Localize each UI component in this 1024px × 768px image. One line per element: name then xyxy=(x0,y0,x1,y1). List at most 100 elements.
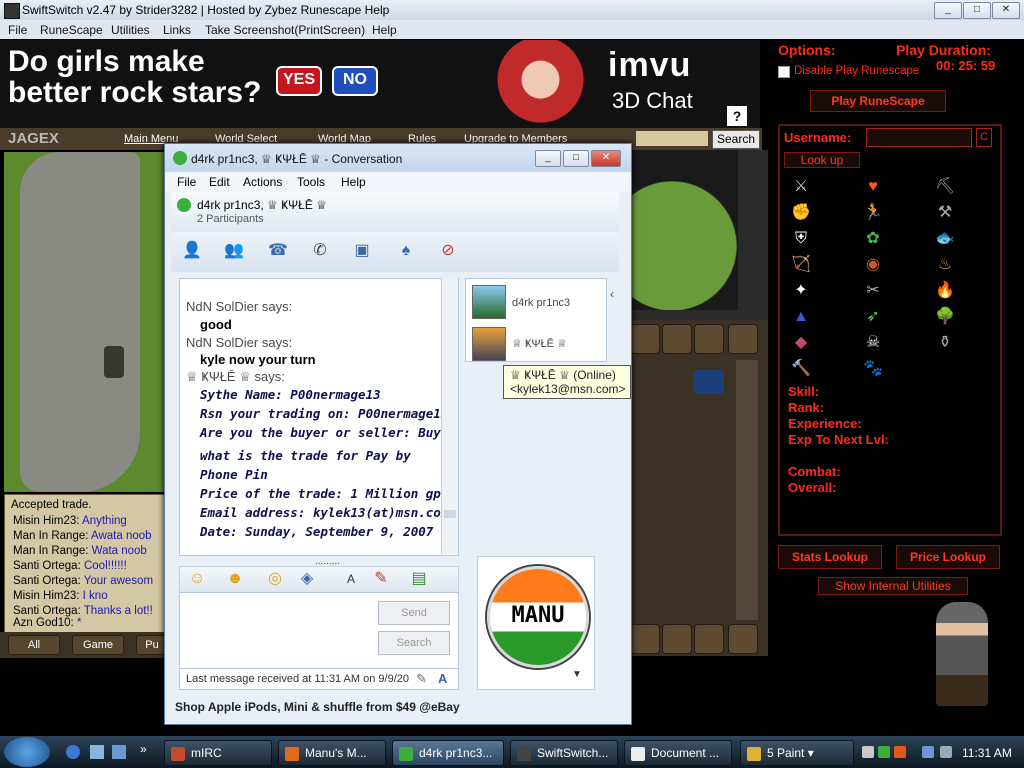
chevron-down-icon[interactable]: ▼ xyxy=(572,669,582,680)
defence-icon[interactable]: ⛨ xyxy=(790,228,812,250)
close-button[interactable]: ✕ xyxy=(992,2,1020,19)
magic-icon[interactable]: ▲ xyxy=(790,306,812,328)
quest-tab-icon[interactable] xyxy=(630,324,660,354)
banner-no-button[interactable]: NO xyxy=(332,66,378,96)
conv-menu-tools[interactable]: Tools xyxy=(297,175,325,189)
volume-icon[interactable] xyxy=(940,746,952,758)
play-runescape-button[interactable]: Play RuneScape xyxy=(810,90,946,112)
username-input[interactable] xyxy=(866,128,972,147)
menu-runescape[interactable]: RuneScape xyxy=(40,23,103,37)
conv-menu-help[interactable]: Help xyxy=(341,175,366,189)
fletching-icon[interactable]: ➶ xyxy=(862,306,884,328)
stats-lookup-button[interactable]: Stats Lookup xyxy=(778,545,882,569)
conv-menu-actions[interactable]: Actions xyxy=(243,175,282,189)
clock[interactable]: 11:31 AM xyxy=(962,746,1012,760)
text-mode-icon[interactable]: A xyxy=(438,671,447,686)
collapse-icon[interactable]: ‹ xyxy=(610,287,614,301)
search-button[interactable]: Search xyxy=(378,631,450,655)
network-icon[interactable] xyxy=(922,746,934,758)
quick-launch-more[interactable]: » xyxy=(140,742,147,756)
message-input[interactable]: Send Search xyxy=(179,592,459,670)
crafting-icon[interactable]: ✂ xyxy=(862,280,884,302)
magic-tab-icon[interactable] xyxy=(728,324,758,354)
message-history[interactable]: NdN SolDier says: good NdN SolDier says:… xyxy=(179,278,459,556)
task-document[interactable]: Document ... xyxy=(624,740,732,766)
menu-help[interactable]: Help xyxy=(372,23,397,37)
task-manus[interactable]: Manu's M... xyxy=(278,740,386,766)
ranged-icon[interactable]: 🏹 xyxy=(790,254,812,276)
font-icon[interactable]: A xyxy=(340,568,362,590)
handwriting-icon[interactable]: ✎ xyxy=(416,671,427,687)
agility-icon[interactable]: 🏃 xyxy=(862,202,884,224)
help-icon[interactable]: ? xyxy=(727,106,747,126)
minimap[interactable] xyxy=(628,150,738,310)
thieving-icon[interactable]: ◉ xyxy=(862,254,884,276)
nudge-icon[interactable]: ◎ xyxy=(264,568,286,590)
menu-screenshot[interactable]: Take Screenshot(PrintScreen) xyxy=(205,23,365,37)
emoticon-icon[interactable]: ☺ xyxy=(186,568,208,590)
conv-minimize-button[interactable]: _ xyxy=(535,150,561,167)
construction-icon[interactable]: 🔨 xyxy=(790,358,812,380)
activities-icon[interactable]: ▣ xyxy=(351,240,373,262)
wink-icon[interactable]: ☻ xyxy=(224,568,246,590)
msn-tray-icon[interactable] xyxy=(878,746,890,758)
conv-menu-file[interactable]: File xyxy=(177,175,196,189)
mining-icon[interactable]: ⛏ xyxy=(934,176,956,198)
task-mirc[interactable]: mIRC xyxy=(164,740,272,766)
fishing-icon[interactable]: 🐟 xyxy=(934,228,956,250)
show-desktop-icon[interactable] xyxy=(90,745,104,759)
menu-links[interactable]: Links xyxy=(163,23,191,37)
rs-search-button[interactable]: Search xyxy=(712,130,760,149)
voice-clip-icon[interactable]: ◈ xyxy=(296,568,318,590)
ie-icon[interactable] xyxy=(66,745,80,759)
message-scrollbar[interactable] xyxy=(441,278,458,554)
participant-name[interactable]: ♕ ҜΨŁĒ ♕ xyxy=(512,337,567,350)
video-call-icon[interactable]: ☎ xyxy=(267,240,289,262)
conv-close-button[interactable]: ✕ xyxy=(591,150,621,167)
minimize-button[interactable]: _ xyxy=(934,2,962,19)
chat-tab-all[interactable]: All xyxy=(8,635,60,655)
prayer-tab-icon[interactable] xyxy=(694,324,724,354)
hunter-icon[interactable]: 🐾 xyxy=(862,358,884,380)
runecrafting-icon[interactable]: ◆ xyxy=(790,332,812,354)
woodcutting-icon[interactable]: 🌳 xyxy=(934,306,956,328)
menu-utilities[interactable]: Utilities xyxy=(111,23,150,37)
banner-ad[interactable]: Do girls make better rock stars? YES NO … xyxy=(0,40,760,128)
switch-windows-icon[interactable] xyxy=(112,745,126,759)
inventory-item-icon[interactable] xyxy=(694,370,724,394)
participant-name[interactable]: d4rk pr1nc3 xyxy=(512,297,570,309)
tray-arrow-icon[interactable] xyxy=(862,746,874,758)
music-tab-icon[interactable] xyxy=(728,624,758,654)
smithing-icon[interactable]: ⚒ xyxy=(934,202,956,224)
background-icon[interactable]: ✎ xyxy=(370,568,392,590)
price-lookup-button[interactable]: Price Lookup xyxy=(896,545,1000,569)
player-character[interactable] xyxy=(104,346,124,378)
firemaking-icon[interactable]: 🔥 xyxy=(934,280,956,302)
herblore-icon[interactable]: ✿ xyxy=(862,228,884,250)
farming-icon[interactable]: ⚱ xyxy=(934,332,956,354)
logout-tab-icon[interactable] xyxy=(630,624,660,654)
disable-checkbox[interactable] xyxy=(778,66,790,78)
maximize-button[interactable]: □ xyxy=(963,2,991,19)
firefox-tray-icon[interactable] xyxy=(894,746,906,758)
participant-avatar[interactable] xyxy=(472,327,506,361)
send-button[interactable]: Send xyxy=(378,601,450,625)
strength-icon[interactable]: ✊ xyxy=(790,202,812,224)
menu-file[interactable]: File xyxy=(8,23,27,37)
internal-utilities-button[interactable]: Show Internal Utilities xyxy=(818,577,968,595)
conv-menu-edit[interactable]: Edit xyxy=(209,175,230,189)
emotes-tab-icon[interactable] xyxy=(694,624,724,654)
invite-contact-icon[interactable]: 👤 xyxy=(181,240,203,262)
display-picture[interactable]: MANU xyxy=(487,566,589,668)
settings-tab-icon[interactable] xyxy=(662,624,692,654)
task-paint[interactable]: 5 Paint ▾ xyxy=(740,740,854,766)
participant-avatar[interactable] xyxy=(472,285,506,319)
conv-ad-link[interactable]: Shop Apple iPods, Mini & shuffle from $4… xyxy=(175,700,615,716)
scroll-thumb[interactable] xyxy=(444,510,456,518)
cooking-icon[interactable]: ♨ xyxy=(934,254,956,276)
rs-search-input[interactable] xyxy=(636,131,708,146)
equipment-tab-icon[interactable] xyxy=(662,324,692,354)
task-conversation[interactable]: d4rk pr1nc3... xyxy=(392,740,504,766)
prayer-icon[interactable]: ✦ xyxy=(790,280,812,302)
hitpoints-icon[interactable]: ♥ xyxy=(862,176,884,198)
